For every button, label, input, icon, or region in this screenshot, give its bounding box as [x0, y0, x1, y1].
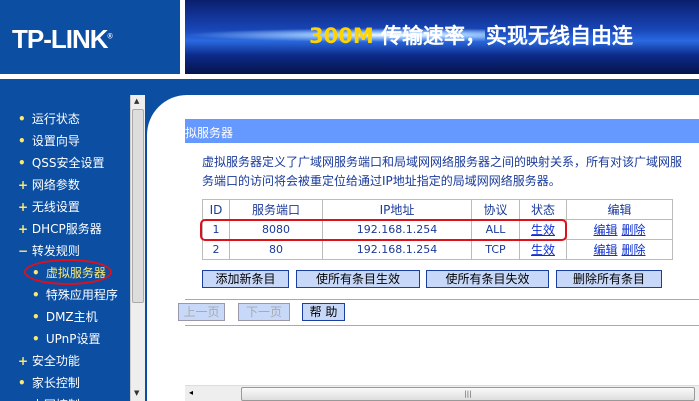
help-button[interactable]: 帮 助 — [302, 303, 345, 321]
bullet-icon: + — [18, 200, 29, 214]
enable-all-button[interactable]: 使所有条目生效 — [296, 270, 420, 288]
bullet-icon: + — [18, 222, 29, 236]
bullet-icon: + — [18, 354, 29, 368]
sidebar-item[interactable]: • QSS安全设置 — [18, 154, 105, 171]
horizontal-scrollbar[interactable]: ◂ ||| — [185, 385, 699, 401]
table-row: 2 80 192.168.1.254 TCP 生效 编辑 删除 — [202, 239, 673, 260]
bullet-icon: • — [18, 376, 26, 390]
scroll-left-icon[interactable]: ◂ — [189, 388, 193, 397]
page-title: 拟服务器 — [185, 119, 699, 143]
scrollbar-thumb[interactable] — [132, 109, 144, 303]
sidebar-item-label: DMZ主机 — [45, 310, 98, 324]
sidebar-item[interactable]: + 无线设置 — [18, 198, 80, 215]
next-page-button[interactable]: 下一页 — [238, 303, 290, 321]
cell-port: 80 — [229, 239, 323, 260]
sidebar-item[interactable]: • 特殊应用程序 — [32, 286, 118, 303]
table-header: ID 服务端口 IP地址 协议 状态 编辑 — [202, 199, 673, 220]
logo-text: TP-LINK — [12, 24, 109, 54]
description: 虚拟服务器定义了广域网服务端口和局域网网络服务器之间的映射关系，所有对该广域网服… — [202, 155, 683, 188]
col-id: ID — [202, 199, 230, 220]
banner: 300M 传输速率，实现无线自由连 — [185, 0, 699, 74]
bullet-icon: • — [18, 156, 26, 170]
sidebar-item-label: 转发规则 — [31, 244, 80, 258]
bullet-icon: • — [32, 288, 40, 302]
col-edit: 编辑 — [566, 199, 673, 220]
cell-id: 2 — [202, 239, 230, 260]
delete-link[interactable]: 删除 — [622, 243, 646, 257]
delete-all-button[interactable]: 删除所有条目 — [556, 270, 662, 288]
cell-ip: 192.168.1.254 — [322, 239, 472, 260]
edit-link[interactable]: 编辑 — [593, 243, 617, 257]
active-item-annotation — [24, 259, 112, 285]
sidebar-item[interactable]: • 设置向导 — [18, 132, 80, 149]
bullet-icon: + — [18, 178, 29, 192]
divider — [185, 325, 699, 326]
col-protocol: 协议 — [471, 199, 520, 220]
sidebar-item-label: 运行状态 — [31, 112, 80, 126]
bullet-icon: • — [32, 310, 40, 324]
sidebar-item-label: 特殊应用程序 — [45, 288, 118, 302]
sidebar-item[interactable]: • 家长控制 — [18, 374, 80, 391]
sidebar-item[interactable]: + DHCP服务器 — [18, 220, 102, 237]
sidebar-item-label: DHCP服务器 — [31, 222, 102, 236]
sidebar-item[interactable]: + 安全功能 — [18, 352, 80, 369]
sidebar-item[interactable]: • UPnP设置 — [32, 330, 100, 347]
bullet-icon: • — [32, 332, 40, 346]
edit-link[interactable]: 编辑 — [593, 223, 617, 237]
cell-protocol: TCP — [471, 239, 520, 260]
sidebar-item-label: UPnP设置 — [45, 332, 101, 346]
sidebar-item-label: 家长控制 — [31, 376, 80, 390]
add-entry-button[interactable]: 添加新条目 — [202, 270, 289, 288]
tp-link-logo: TP-LINK® — [0, 0, 180, 74]
sidebar-item-label: 安全功能 — [31, 354, 80, 368]
divider — [185, 299, 699, 300]
sidebar-item-label: 网络参数 — [31, 178, 80, 192]
status-link[interactable]: 生效 — [531, 243, 555, 257]
sidebar-item[interactable]: − 转发规则 — [18, 242, 80, 259]
prev-page-button[interactable]: 上一页 — [178, 303, 225, 321]
sidebar-item-label: QSS安全设置 — [31, 156, 105, 170]
sidebar-scrollbar[interactable]: ▲ ▼ — [130, 95, 145, 401]
sidebar-item[interactable]: • 运行状态 — [18, 110, 80, 127]
scrollbar-thumb[interactable]: ||| — [241, 387, 695, 401]
col-port: 服务端口 — [229, 199, 323, 220]
disable-all-button[interactable]: 使所有条目失效 — [426, 270, 549, 288]
sidebar-item-label: 设置向导 — [31, 134, 80, 148]
sidebar-item[interactable]: + 上网控制 — [18, 396, 80, 401]
col-ip: IP地址 — [322, 199, 472, 220]
scroll-down-icon[interactable]: ▼ — [134, 389, 139, 397]
col-status: 状态 — [519, 199, 567, 220]
row-highlight-annotation — [200, 219, 567, 241]
banner-slogan: 300M 传输速率，实现无线自由连 — [309, 24, 634, 48]
sidebar-item-label: 无线设置 — [31, 200, 80, 214]
sidebar-menu: • 运行状态 • 设置向导 • QSS安全设置 + 网络参数 + 无线设置 + DHCP服… — [0, 95, 130, 401]
delete-link[interactable]: 删除 — [622, 223, 646, 237]
bullet-icon: • — [18, 112, 26, 126]
bullet-icon: − — [18, 244, 29, 258]
bullet-icon: • — [18, 134, 26, 148]
sidebar-item[interactable]: + 网络参数 — [18, 176, 80, 193]
sidebar-item[interactable]: • DMZ主机 — [32, 308, 98, 325]
scroll-up-icon[interactable]: ▲ — [134, 97, 139, 105]
